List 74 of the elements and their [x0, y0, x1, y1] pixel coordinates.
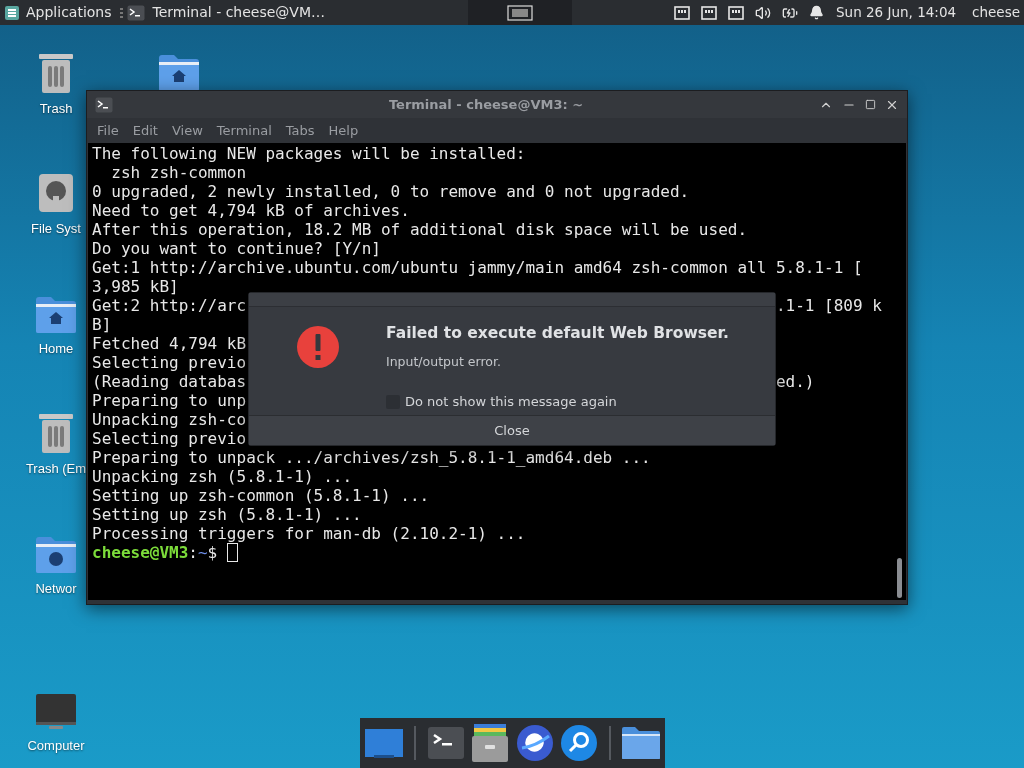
user-menu[interactable]: cheese	[972, 2, 1020, 23]
prompt-user: cheese@VM3	[92, 543, 189, 562]
home-folder-icon	[35, 296, 77, 334]
menu-item[interactable]: Edit	[125, 120, 165, 141]
terminal-line: Get:2 http://arc	[92, 296, 247, 315]
volume-icon[interactable]	[755, 4, 772, 21]
taskbar-task[interactable]: Terminal - cheese@VM…	[126, 0, 337, 25]
terminal-line: The following NEW packages will be installed:	[92, 144, 526, 163]
terminal-line: Setting up zsh-common (5.8.1-1) ...	[92, 486, 430, 505]
prompt-separator: :	[188, 543, 198, 562]
checkbox-label: Do not show this message again	[405, 393, 617, 411]
terminal-line: B]	[92, 315, 112, 334]
terminal-line: Unpacking zsh (5.8.1-1) ...	[92, 467, 353, 486]
terminal-line: Unpacking zsh-co	[92, 410, 247, 429]
terminal-line: Fetched 4,794 kB	[92, 334, 247, 353]
maximize-icon[interactable]	[865, 99, 876, 110]
terminal-line: Selecting previo	[92, 353, 247, 372]
desktop-icon-label[interactable]: File Syst	[31, 219, 81, 239]
browser-icon[interactable]	[515, 724, 554, 762]
window-title: Terminal - cheese@VM3: ~	[387, 95, 585, 114]
drive-icon	[37, 172, 75, 214]
terminal-line: 0 upgraded, 2 newly installed, 0 to remove and 0 not upgraded.	[92, 182, 690, 201]
menu-item[interactable]: Tabs	[278, 120, 322, 141]
prompt-symbol: $	[207, 543, 218, 562]
dialog-title: Failed to execute default Web Browser.	[386, 323, 729, 344]
file-cabinet-icon[interactable]	[471, 723, 510, 763]
clock[interactable]: Sun 26 Jun, 14:04	[836, 2, 957, 23]
terminal-line: Preparing to unp	[92, 391, 247, 410]
desktop-icon-label[interactable]: Trash	[39, 99, 73, 119]
terminal-line: ed.)	[775, 372, 815, 391]
terminal-icon	[95, 96, 113, 113]
window-icon	[507, 4, 534, 21]
menu-item[interactable]: Help	[321, 120, 366, 141]
terminal-line: After this operation, 18.2 MB of additional disk space will be used.	[92, 220, 748, 239]
trash-icon	[37, 412, 75, 454]
network-folder-icon	[35, 536, 77, 574]
folder-icon[interactable]	[620, 726, 661, 760]
workspace-switcher[interactable]	[468, 0, 573, 25]
home-folder-icon	[158, 54, 200, 92]
computer-icon	[35, 693, 77, 731]
error-icon	[295, 325, 340, 369]
network-icon[interactable]	[701, 5, 718, 20]
prompt-path: ~	[197, 543, 208, 562]
close-button[interactable]: Close	[249, 415, 775, 445]
menu-item[interactable]: Terminal	[209, 120, 279, 141]
terminal-line: Setting up zsh (5.8.1-1) ...	[92, 505, 362, 524]
terminal-line: Selecting previo	[92, 429, 247, 448]
terminal-line: (Reading databas	[92, 372, 247, 391]
terminal-line: Need to get 4,794 kB of archives.	[92, 201, 410, 220]
terminal-line: zsh zsh-common	[110, 163, 247, 182]
desktop-icon-label[interactable]: Computer	[27, 736, 85, 756]
dialog-message: Input/output error.	[386, 353, 502, 372]
terminal-line: Preparing to unpack .../archives/zsh_5.8.1-1_amd64.deb ...	[92, 448, 651, 467]
terminal-line: Get:1 http://archive.ubuntu.com/ubuntu jammy/main amd64 zsh-common all 5.8.1-1 [	[92, 258, 863, 277]
desktop-icon-label[interactable]: Trash (Em	[25, 459, 87, 479]
cursor	[226, 543, 238, 562]
terminal-line: .1-1 [809 k	[775, 296, 882, 315]
terminal-line: 3,985 kB]	[92, 277, 179, 296]
desktop-icon-label[interactable]: Home	[38, 339, 74, 359]
menu-icon	[4, 4, 20, 21]
menu-item[interactable]: File	[90, 120, 126, 141]
desktop-icon-label[interactable]: Networ	[35, 579, 77, 599]
terminal-icon[interactable]	[426, 726, 465, 760]
terminal-icon	[126, 4, 145, 21]
notification-icon[interactable]	[809, 5, 825, 20]
network-icon[interactable]	[674, 5, 691, 20]
menu-item[interactable]: View	[164, 120, 210, 141]
drag-handle-icon	[119, 7, 123, 18]
terminal-line: Processing triggers for man-db (2.10.2-1) ...	[92, 524, 526, 543]
terminal-line: Do you want to continue? [Y/n]	[92, 239, 381, 258]
network-icon[interactable]	[728, 5, 745, 20]
applications-menu[interactable]: Applications	[0, 0, 120, 25]
trash-icon	[37, 52, 75, 94]
search-icon[interactable]	[560, 724, 599, 762]
